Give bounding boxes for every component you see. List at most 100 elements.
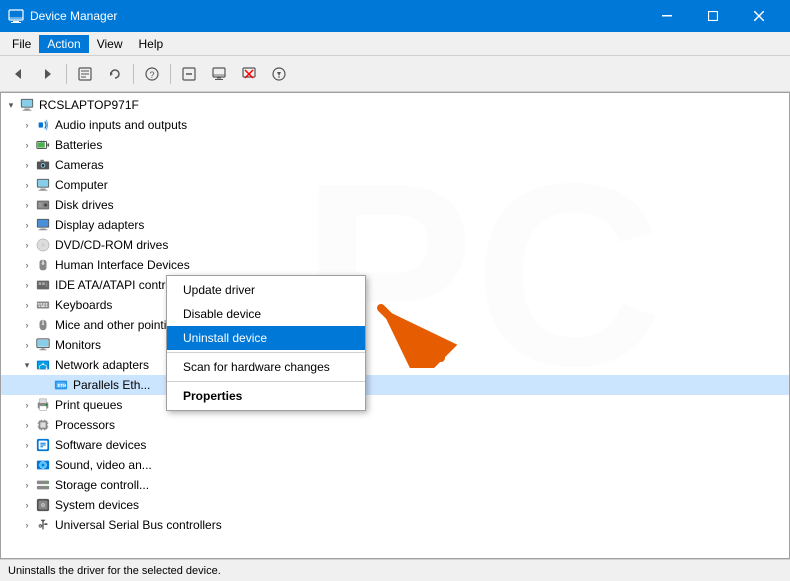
expand-icon-system: › xyxy=(19,497,35,513)
icon-disk xyxy=(35,197,51,213)
ctx-uninstall-device[interactable]: Uninstall device xyxy=(167,326,365,350)
tree-item-sound[interactable]: › Sound, video an... xyxy=(1,455,789,475)
icon-software xyxy=(35,437,51,453)
tree-label-computer: Computer xyxy=(55,178,108,192)
download-button[interactable] xyxy=(265,60,293,88)
icon-hid xyxy=(35,257,51,273)
icon-system xyxy=(35,497,51,513)
icon-ide xyxy=(35,277,51,293)
icon-keyboards xyxy=(35,297,51,313)
tree-item-parallels[interactable]: ETH Parallels Eth... xyxy=(1,375,789,395)
tree-item-root[interactable]: ▾ RCSLAPTOP971F xyxy=(1,95,789,115)
icon-mice xyxy=(35,317,51,333)
svg-text:ETH: ETH xyxy=(58,383,67,388)
tree-item-display[interactable]: › Display adapters xyxy=(1,215,789,235)
tree-item-audio[interactable]: › Audio inputs and outputs xyxy=(1,115,789,135)
tree-label-batteries: Batteries xyxy=(55,138,102,152)
menu-view[interactable]: View xyxy=(89,35,131,53)
expand-icon-parallels xyxy=(37,377,53,393)
tree-label-monitors: Monitors xyxy=(55,338,101,352)
update-button[interactable] xyxy=(101,60,129,88)
tree-label-keyboards: Keyboards xyxy=(55,298,112,312)
ctx-disable-device[interactable]: Disable device xyxy=(167,302,365,326)
status-bar: Uninstalls the driver for the selected d… xyxy=(0,559,790,581)
ctx-separator-2 xyxy=(167,381,365,382)
tree-item-hid[interactable]: › Human Interface Devices xyxy=(1,255,789,275)
remove-button[interactable] xyxy=(235,60,263,88)
tree-item-computer[interactable]: › Computer xyxy=(1,175,789,195)
minimize-button[interactable] xyxy=(644,0,690,32)
menu-bar: File Action View Help xyxy=(0,32,790,56)
toolbar-separator-2 xyxy=(133,64,134,84)
tree-label-disk: Disk drives xyxy=(55,198,114,212)
computer-button[interactable] xyxy=(205,60,233,88)
expand-icon-software: › xyxy=(19,437,35,453)
tree-item-system[interactable]: › System devices xyxy=(1,495,789,515)
tree-label-usb: Universal Serial Bus controllers xyxy=(55,518,222,532)
context-menu: Update driver Disable device Uninstall d… xyxy=(166,275,366,411)
tree-label-processors: Processors xyxy=(55,418,115,432)
svg-text:?: ? xyxy=(150,70,155,80)
tree-item-print[interactable]: › Print queues xyxy=(1,395,789,415)
ctx-update-driver[interactable]: Update driver xyxy=(167,278,365,302)
expand-icon-print: › xyxy=(19,397,35,413)
expand-icon-usb: › xyxy=(19,517,35,533)
expand-icon-processors: › xyxy=(19,417,35,433)
maximize-button[interactable] xyxy=(690,0,736,32)
tree-label-cameras: Cameras xyxy=(55,158,104,172)
icon-processors xyxy=(35,417,51,433)
icon-dvd xyxy=(35,237,51,253)
expand-icon-ide: › xyxy=(19,277,35,293)
icon-cameras xyxy=(35,157,51,173)
tree-label-storage: Storage controll... xyxy=(55,478,149,492)
properties-button[interactable] xyxy=(71,60,99,88)
expand-icon-audio: › xyxy=(19,117,35,133)
tree-item-processors[interactable]: › Processors xyxy=(1,415,789,435)
expand-icon-root: ▾ xyxy=(3,97,19,113)
icon-storage xyxy=(35,477,51,493)
back-button[interactable] xyxy=(4,60,32,88)
icon-network xyxy=(35,357,51,373)
expand-icon-disk: › xyxy=(19,197,35,213)
tree-item-usb[interactable]: › Universal Serial Bus controllers xyxy=(1,515,789,535)
tree-item-network[interactable]: ▾ Network adapters xyxy=(1,355,789,375)
tree-label-print: Print queues xyxy=(55,398,122,412)
tree-label-dvd: DVD/CD-ROM drives xyxy=(55,238,168,252)
tree-item-dvd[interactable]: › DVD/CD-ROM drives xyxy=(1,235,789,255)
ctx-separator-1 xyxy=(167,352,365,353)
menu-file[interactable]: File xyxy=(4,35,39,53)
help-button[interactable]: ? xyxy=(138,60,166,88)
menu-action[interactable]: Action xyxy=(39,35,88,53)
window-controls xyxy=(644,0,782,32)
tree-view[interactable]: ▾ RCSLAPTOP971F › Audio i xyxy=(1,93,789,558)
expand-icon-computer: › xyxy=(19,177,35,193)
close-button[interactable] xyxy=(736,0,782,32)
tree-label-parallels: Parallels Eth... xyxy=(73,378,150,392)
expand-icon-display: › xyxy=(19,217,35,233)
expand-icon-cameras: › xyxy=(19,157,35,173)
tree-item-mice[interactable]: › Mice and other pointing devices xyxy=(1,315,789,335)
menu-help[interactable]: Help xyxy=(131,35,172,53)
tree-label-hid: Human Interface Devices xyxy=(55,258,190,272)
tree-item-software[interactable]: › Software devices xyxy=(1,435,789,455)
expand-icon-sound: › xyxy=(19,457,35,473)
expand-icon-dvd: › xyxy=(19,237,35,253)
tree-item-storage[interactable]: › Storage controll... xyxy=(1,475,789,495)
icon-computer xyxy=(19,97,35,113)
tree-label-network: Network adapters xyxy=(55,358,149,372)
icon-monitors xyxy=(35,337,51,353)
tree-item-ide[interactable]: › IDE ATA/ATAPI controllers xyxy=(1,275,789,295)
tree-item-cameras[interactable]: › Cameras xyxy=(1,155,789,175)
tree-item-batteries[interactable]: › Batteries xyxy=(1,135,789,155)
expand-icon-hid: › xyxy=(19,257,35,273)
forward-button[interactable] xyxy=(34,60,62,88)
ctx-scan-hardware[interactable]: Scan for hardware changes xyxy=(167,355,365,379)
ctx-properties[interactable]: Properties xyxy=(167,384,365,408)
tree-item-keyboards[interactable]: › Keyboards xyxy=(1,295,789,315)
tree-label-software: Software devices xyxy=(55,438,146,452)
tree-item-disk[interactable]: › Disk drives xyxy=(1,195,789,215)
toolbar-separator-1 xyxy=(66,64,67,84)
tree-item-monitors[interactable]: › Monitors xyxy=(1,335,789,355)
toolbar-separator-3 xyxy=(170,64,171,84)
expand-button[interactable] xyxy=(175,60,203,88)
